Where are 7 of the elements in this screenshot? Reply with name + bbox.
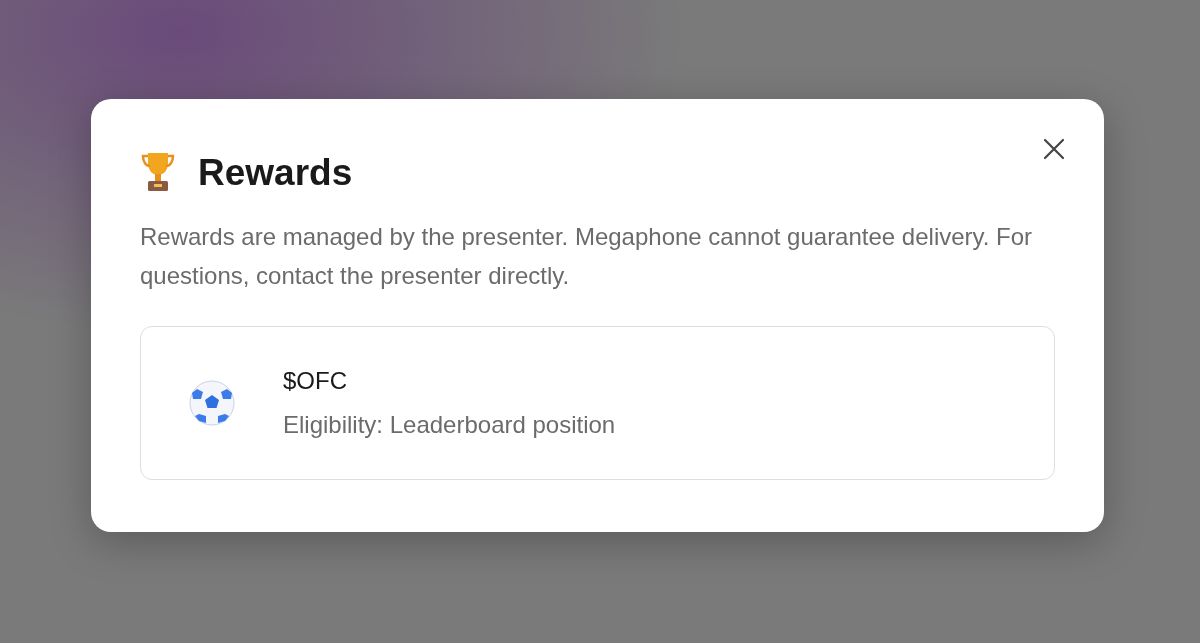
dialog-title: Rewards: [198, 153, 353, 191]
reward-name: $OFC: [283, 369, 348, 393]
trophy-icon: [140, 151, 176, 193]
soccer-ball-icon: [189, 380, 235, 426]
close-icon: [1043, 138, 1065, 160]
dialog-description: Rewards are managed by the presenter. Megaphone cannot guarantee delivery. For questions, contact the presenter directly.: [140, 222, 1034, 291]
reward-eligibility: Eligibility: Leaderboard position: [283, 413, 616, 437]
